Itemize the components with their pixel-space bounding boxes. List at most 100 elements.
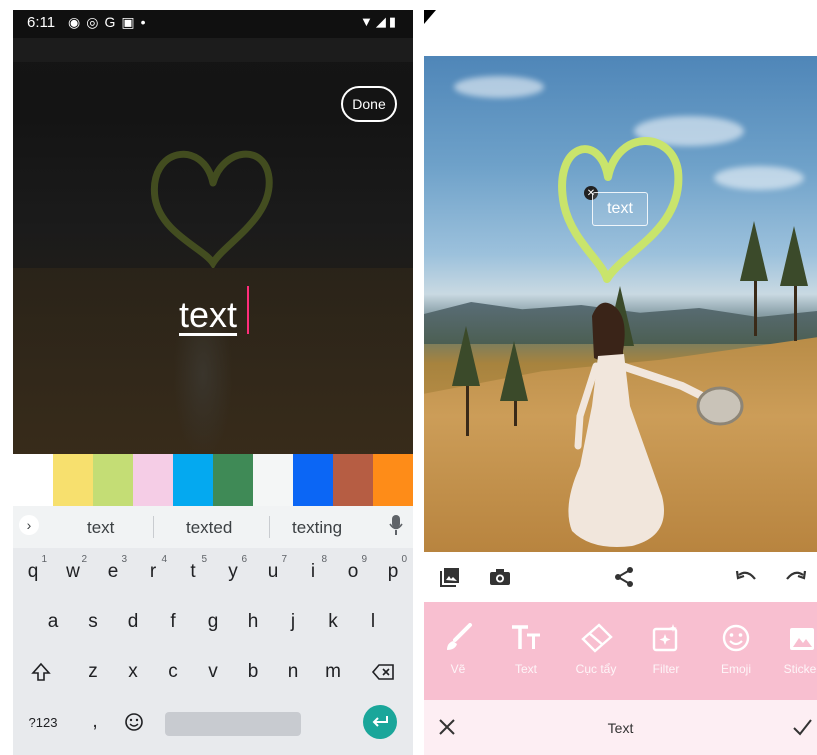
- text-input[interactable]: text: [179, 294, 237, 336]
- tool-sticker[interactable]: Sticker: [772, 620, 817, 690]
- color-swatch[interactable]: [213, 454, 253, 506]
- comma-key[interactable]: ,: [83, 702, 107, 742]
- color-swatch[interactable]: [133, 454, 173, 506]
- text-editor-canvas[interactable]: Done text: [13, 38, 413, 464]
- action-toolbar: [424, 552, 817, 602]
- key-letter: i: [310, 561, 316, 582]
- key-e[interactable]: e3: [93, 552, 133, 592]
- share-button[interactable]: [612, 565, 636, 589]
- tool-eraser[interactable]: Cục tẩy: [566, 620, 626, 690]
- key-y[interactable]: y6: [213, 552, 253, 592]
- key-v[interactable]: v: [193, 652, 233, 692]
- space-bar[interactable]: [165, 712, 301, 736]
- key-q[interactable]: q1: [13, 552, 53, 592]
- shift-key[interactable]: [21, 652, 61, 692]
- tree: [452, 326, 480, 386]
- key-number-hint: 9: [361, 554, 367, 565]
- enter-key[interactable]: [363, 705, 397, 739]
- color-swatch[interactable]: [173, 454, 213, 506]
- key-k[interactable]: k: [313, 602, 353, 642]
- symbols-key[interactable]: ?123: [19, 702, 67, 742]
- key-d[interactable]: d: [113, 602, 153, 642]
- suggestion-3[interactable]: texting: [292, 518, 342, 538]
- key-letter: e: [107, 561, 119, 582]
- camera-button[interactable]: [488, 565, 512, 589]
- color-swatch[interactable]: [53, 454, 93, 506]
- corner-mark: [424, 10, 436, 24]
- undo-button[interactable]: [734, 565, 758, 589]
- color-swatch[interactable]: [293, 454, 333, 506]
- key-g[interactable]: g: [193, 602, 233, 642]
- key-x[interactable]: x: [113, 652, 153, 692]
- emoji-icon: [722, 624, 750, 652]
- key-h[interactable]: h: [233, 602, 273, 642]
- bottom-bar: Text: [424, 700, 817, 755]
- color-palette: [13, 454, 413, 506]
- tree: [500, 341, 528, 401]
- key-m[interactable]: m: [313, 652, 353, 692]
- key-p[interactable]: p0: [373, 552, 413, 592]
- tool-label: Vẽ: [450, 662, 466, 676]
- color-swatch[interactable]: [373, 454, 413, 506]
- key-l[interactable]: l: [353, 602, 393, 642]
- tool-filter[interactable]: Filter: [636, 620, 696, 690]
- brush-icon: [447, 623, 472, 650]
- key-f[interactable]: f: [153, 602, 193, 642]
- key-b[interactable]: b: [233, 652, 273, 692]
- dim-girl-figure: [173, 318, 233, 458]
- gallery-button[interactable]: [438, 565, 462, 589]
- tool-emoji[interactable]: Emoji: [706, 620, 766, 690]
- key-letter: t: [190, 561, 196, 582]
- soft-keyboard: › text texted texting q1w2e3r4t5y6u7i8o9…: [13, 506, 413, 755]
- key-a[interactable]: a: [33, 602, 73, 642]
- tool-draw[interactable]: Vẽ: [428, 620, 488, 690]
- google-icon: G: [104, 14, 122, 30]
- tool-strip: Vẽ Text Cục tẩy Filter Emoji Sticker: [424, 602, 817, 700]
- key-o[interactable]: o9: [333, 552, 373, 592]
- text-icon: [512, 625, 540, 649]
- messenger-icon: ◉: [68, 14, 87, 30]
- check-icon[interactable]: [791, 716, 813, 738]
- done-button[interactable]: Done: [341, 86, 397, 122]
- gmail-icon: ▣: [121, 14, 141, 30]
- tool-text[interactable]: Text: [496, 620, 556, 690]
- backspace-key[interactable]: [363, 652, 403, 692]
- color-swatch[interactable]: [13, 454, 53, 506]
- photo-canvas[interactable]: ✕ text: [424, 56, 817, 552]
- key-letter: o: [347, 561, 359, 582]
- key-number-hint: 2: [81, 554, 87, 565]
- right-phone-screen: ✕ text Vẽ Text Cục tẩy Filter Emoji Stic…: [424, 10, 817, 755]
- key-r[interactable]: r4: [133, 552, 173, 592]
- dot-icon: •: [140, 14, 152, 30]
- mic-icon[interactable]: [389, 514, 403, 536]
- bottom-title: Text: [607, 720, 634, 736]
- emoji-key[interactable]: [119, 702, 149, 742]
- text-sticker[interactable]: text: [592, 192, 648, 226]
- color-swatch[interactable]: [253, 454, 293, 506]
- key-c[interactable]: c: [153, 652, 193, 692]
- key-t[interactable]: t5: [173, 552, 213, 592]
- key-u[interactable]: u7: [253, 552, 293, 592]
- chevron-right-icon[interactable]: ›: [19, 515, 39, 535]
- left-phone-screen: 6:11 ◉◎G▣• ▼◢▮ Done text › text texted t…: [13, 10, 413, 755]
- text-caret: [247, 286, 249, 334]
- key-number-hint: 8: [321, 554, 327, 565]
- key-j[interactable]: j: [273, 602, 313, 642]
- color-swatch[interactable]: [333, 454, 373, 506]
- enter-icon: [372, 716, 388, 727]
- suggestion-2[interactable]: texted: [186, 518, 232, 538]
- color-swatch[interactable]: [93, 454, 133, 506]
- battery-icon: ▮: [388, 14, 399, 29]
- key-letter: u: [267, 561, 279, 582]
- camera-icon: [490, 569, 510, 585]
- key-n[interactable]: n: [273, 652, 313, 692]
- key-w[interactable]: w2: [53, 552, 93, 592]
- tool-label: Filter: [652, 662, 680, 676]
- suggestion-1[interactable]: text: [87, 518, 114, 538]
- redo-button[interactable]: [784, 565, 808, 589]
- key-z[interactable]: z: [73, 652, 113, 692]
- filter-icon: [652, 624, 678, 652]
- wifi-icon: ▼: [359, 14, 376, 29]
- key-s[interactable]: s: [73, 602, 113, 642]
- key-i[interactable]: i8: [293, 552, 333, 592]
